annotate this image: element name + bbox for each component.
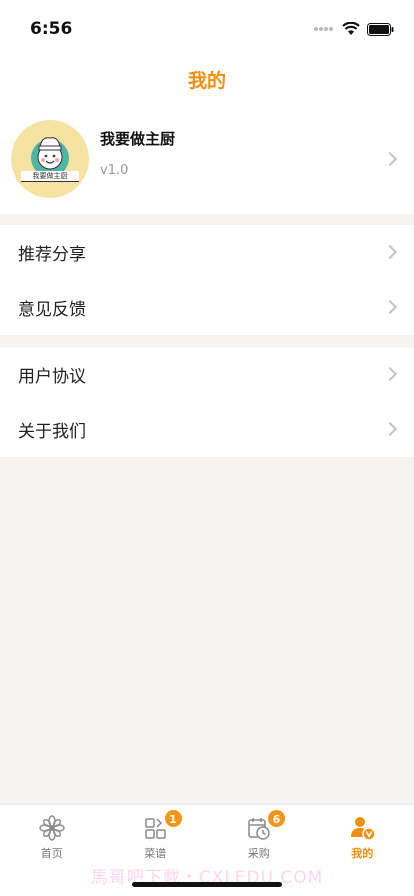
tab-label: 首页 [40, 847, 63, 860]
tab-recipes[interactable]: 1 菜谱 [104, 805, 208, 865]
menu-item-label: 用户协议 [18, 367, 86, 387]
chef-mascot-icon [31, 137, 69, 177]
badge-count: 1 [163, 809, 183, 828]
menu-group-1: 推荐分享 意见反馈 [0, 225, 414, 335]
profile-name: 我要做主厨 [100, 130, 176, 148]
menu-item-user-agreement[interactable]: 用户协议 [0, 347, 414, 402]
wifi-icon [342, 22, 360, 35]
menu-item-feedback[interactable]: 意见反馈 [0, 280, 414, 335]
menu-item-share[interactable]: 推荐分享 [0, 225, 414, 280]
avatar: 我要做主厨 [11, 120, 89, 198]
badge-count: 6 [267, 809, 286, 828]
menu-item-label: 关于我们 [18, 422, 86, 442]
flower-home-icon [39, 815, 65, 841]
profile-card[interactable]: 我要做主厨 我要做主厨 v1.0 [0, 104, 414, 214]
status-time: 6:56 [30, 19, 73, 39]
menu-item-about-us[interactable]: 关于我们 [0, 402, 414, 457]
tab-label: 我的 [351, 847, 374, 860]
user-profile-icon [350, 817, 376, 841]
profile-version: v1.0 [100, 163, 129, 178]
tab-mine[interactable]: 我的 [311, 805, 414, 865]
chevron-right-icon [382, 151, 398, 167]
chevron-right-icon [382, 421, 398, 437]
chevron-right-icon [382, 299, 398, 315]
tab-label: 采购 [247, 847, 270, 860]
tab-purchase[interactable]: 6 采购 [207, 805, 311, 865]
nav-bar: 我的 [0, 58, 414, 104]
tab-home[interactable]: 首页 [0, 805, 104, 865]
tab-label: 菜谱 [144, 847, 167, 860]
status-icons [313, 22, 394, 36]
battery-icon [367, 22, 394, 36]
home-indicator [132, 882, 282, 887]
chevron-right-icon [382, 244, 398, 260]
page-title: 我的 [187, 70, 226, 92]
menu-item-label: 推荐分享 [18, 245, 86, 265]
cellular-signal-icon [314, 27, 333, 31]
chevron-right-icon [382, 366, 398, 382]
menu-group-2: 用户协议 关于我们 [0, 347, 414, 457]
menu-item-label: 意见反馈 [18, 300, 86, 320]
avatar-caption: 我要做主厨 [21, 171, 79, 182]
status-bar: 6:56 [0, 0, 414, 58]
